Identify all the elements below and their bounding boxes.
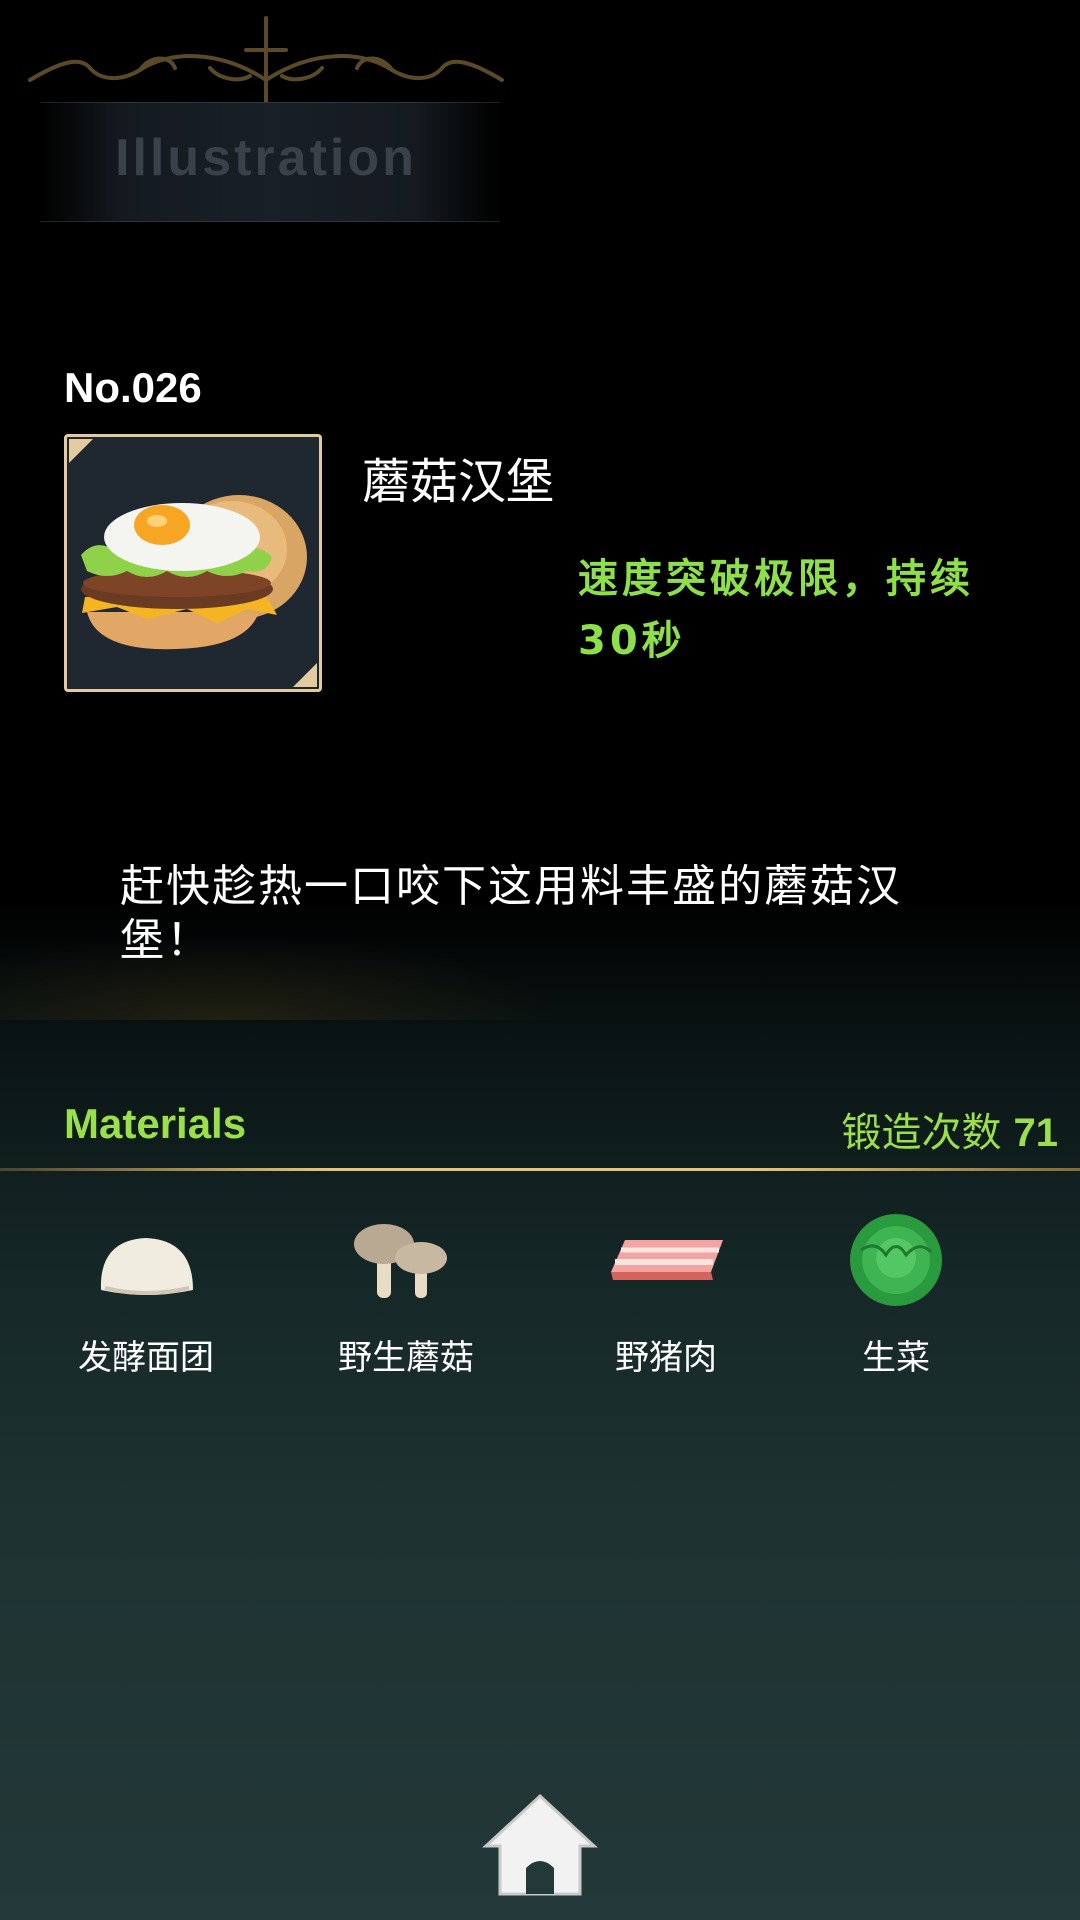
materials-heading: Materials: [64, 1100, 247, 1147]
material-label: 野生蘑菇: [338, 1338, 474, 1378]
lettuce-icon: [850, 1214, 942, 1306]
material-item[interactable]: 发酵面团: [36, 1210, 256, 1379]
material-label: 野猪肉: [615, 1338, 717, 1378]
home-icon[interactable]: [476, 1790, 604, 1900]
item-description: 赶快趁热一口咬下这用料丰盛的蘑菇汉堡！: [120, 861, 902, 966]
item-number: No.026: [64, 364, 202, 411]
material-item[interactable]: 生菜: [786, 1210, 1006, 1379]
map-background: [0, 900, 1080, 1920]
forge-count-value: 71: [1013, 1111, 1059, 1155]
item-image-frame: [64, 434, 322, 692]
bacon-icon: [611, 1240, 723, 1280]
material-item[interactable]: 野猪肉: [556, 1210, 776, 1379]
item-effect: 速度突破极限，持续30秒: [578, 556, 974, 664]
forge-count: 锻造次数 71: [842, 1100, 1059, 1158]
title-banner: Illustration: [20, 10, 512, 240]
page-title: Illustration: [115, 129, 417, 187]
material-label: 生菜: [862, 1338, 930, 1378]
burger-icon: [69, 439, 317, 687]
mushroom-icon: [354, 1224, 447, 1298]
item-name: 蘑菇汉堡: [362, 454, 555, 510]
material-item[interactable]: 野生蘑菇: [296, 1210, 516, 1379]
dough-icon: [100, 1238, 193, 1295]
forge-count-label: 锻造次数: [841, 1110, 1002, 1156]
materials-divider: [0, 1168, 1080, 1171]
material-label: 发酵面团: [78, 1338, 214, 1378]
